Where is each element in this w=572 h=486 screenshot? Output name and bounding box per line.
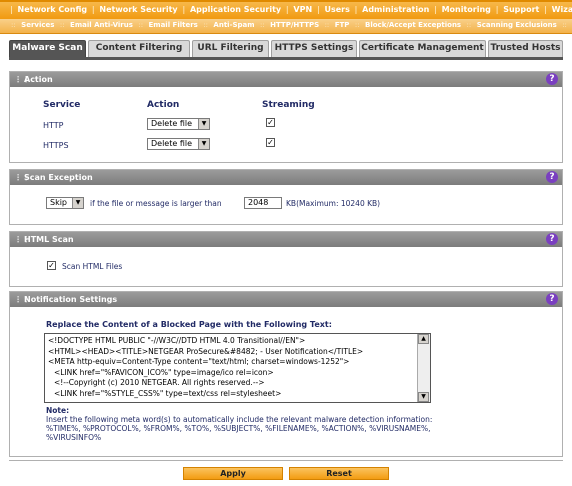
subnav-ftp[interactable]: FTP bbox=[335, 21, 350, 29]
help-icon[interactable]: ? bbox=[546, 233, 558, 245]
note-meta-words: %TIME%, %PROTOCOL%, %FROM%, %TO%, %SUBJE… bbox=[46, 424, 431, 433]
subnav-scanning-exclusions[interactable]: Scanning Exclusions bbox=[477, 21, 557, 29]
notification-heading: Replace the Content of a Blocked Page wi… bbox=[46, 320, 332, 329]
nav-administration[interactable]: Administration bbox=[362, 5, 429, 14]
footer-divider bbox=[9, 460, 563, 461]
nav-application-security[interactable]: Application Security bbox=[190, 5, 281, 14]
note-meta-words-cont: %VIRUSINFO% bbox=[46, 433, 102, 442]
http-action-value: Delete file bbox=[151, 119, 193, 128]
top-navigation-bar: | Network Config | Network Security | Ap… bbox=[0, 0, 572, 19]
html-scan-title: HTML Scan bbox=[24, 235, 74, 244]
textarea-scrollbar[interactable]: ▲ ▼ bbox=[417, 334, 430, 402]
html-scan-panel: ⋮⋮ HTML Scan ? ✓ Scan HTML Files bbox=[9, 231, 563, 287]
tab-https-settings[interactable]: HTTPS Settings bbox=[271, 40, 357, 57]
subnav-services[interactable]: Services bbox=[21, 21, 54, 29]
nav-vpn[interactable]: VPN bbox=[293, 5, 312, 14]
html-scan-header: ⋮⋮ HTML Scan ? bbox=[10, 232, 562, 247]
streaming-column-header: Streaming bbox=[262, 100, 315, 110]
notification-header: ⋮⋮ Notification Settings ? bbox=[10, 292, 562, 307]
scan-exception-header: ⋮⋮ Scan Exception ? bbox=[10, 170, 562, 185]
textarea-line: <HTML><HEAD><TITLE>NETGEAR ProSecure&#84… bbox=[48, 346, 364, 356]
tab-trusted-hosts[interactable]: Trusted Hosts bbox=[488, 40, 563, 57]
apply-button[interactable]: Apply bbox=[183, 467, 283, 480]
https-streaming-checkbox[interactable]: ✓ bbox=[266, 138, 275, 147]
nav-users[interactable]: Users bbox=[324, 5, 349, 14]
chevron-down-icon: ▼ bbox=[198, 119, 209, 129]
subnav-anti-spam[interactable]: Anti-Spam bbox=[213, 21, 254, 29]
textarea-line: <!--Copyright (c) 2010 NETGEAR. All righ… bbox=[54, 378, 265, 387]
subnav-http-https[interactable]: HTTP/HTTPS bbox=[270, 21, 319, 29]
action-panel-header: ⋮⋮ Action ? bbox=[10, 72, 562, 87]
chevron-down-icon: ▼ bbox=[72, 198, 83, 208]
notification-textarea[interactable]: <!DOCTYPE HTML PUBLIC "-//W3C//DTD HTML … bbox=[44, 333, 431, 403]
subnav-email-filters[interactable]: Email Filters bbox=[149, 21, 198, 29]
textarea-line: <LINK href="%FAVICON_ICO%" type=image/ic… bbox=[54, 367, 274, 377]
http-streaming-checkbox[interactable]: ✓ bbox=[266, 118, 275, 127]
scan-html-label: Scan HTML Files bbox=[62, 262, 123, 271]
tab-malware-scan[interactable]: Malware Scan bbox=[9, 40, 86, 57]
chevron-down-icon: ▼ bbox=[198, 139, 209, 149]
scan-exception-select[interactable]: Skip ▼ bbox=[46, 197, 84, 209]
action-panel: ⋮⋮ Action ? Service Action Streaming HTT… bbox=[9, 71, 563, 163]
scroll-down-icon[interactable]: ▼ bbox=[418, 392, 429, 402]
service-column-header: Service bbox=[43, 100, 81, 110]
subnav-block-accept-exceptions[interactable]: Block/Accept Exceptions bbox=[365, 21, 461, 29]
help-icon[interactable]: ? bbox=[546, 293, 558, 305]
scan-exception-text: if the file or message is larger than bbox=[90, 199, 222, 208]
service-https-label: HTTPS bbox=[43, 141, 69, 150]
scan-exception-title: Scan Exception bbox=[24, 173, 93, 182]
textarea-line: <!DOCTYPE HTML PUBLIC "-//W3C//DTD HTML … bbox=[48, 336, 306, 345]
scroll-up-icon[interactable]: ▲ bbox=[418, 334, 429, 344]
https-action-select[interactable]: Delete file ▼ bbox=[147, 138, 210, 150]
http-action-select[interactable]: Delete file ▼ bbox=[147, 118, 210, 130]
top-nav-items: | Network Config | Network Security | Ap… bbox=[8, 5, 572, 14]
tab-underline bbox=[9, 57, 563, 60]
nav-network-security[interactable]: Network Security bbox=[99, 5, 177, 14]
scan-html-checkbox[interactable]: ✓ bbox=[47, 261, 56, 270]
help-icon[interactable]: ? bbox=[546, 73, 558, 85]
sub-navigation-bar: :: Services :: Email Anti-Virus :: Email… bbox=[0, 19, 572, 34]
notification-panel: ⋮⋮ Notification Settings ? Replace the C… bbox=[9, 291, 563, 457]
https-action-value: Delete file bbox=[151, 139, 193, 148]
note-text: Insert the following meta word(s) to aut… bbox=[46, 415, 433, 424]
reset-button[interactable]: Reset bbox=[289, 467, 389, 480]
textarea-line: <LINK href="%STYLE_CSS%" type=text/css r… bbox=[54, 388, 282, 398]
sub-nav-items: :: Services :: Email Anti-Virus :: Email… bbox=[11, 21, 567, 29]
textarea-line: <META http-equiv=Content-Type content="t… bbox=[48, 357, 350, 366]
action-panel-title: Action bbox=[24, 75, 53, 84]
tab-content-filtering[interactable]: Content Filtering bbox=[88, 40, 190, 57]
scan-exception-panel: ⋮⋮ Scan Exception ? Skip ▼ if the file o… bbox=[9, 169, 563, 225]
nav-network-config[interactable]: Network Config bbox=[18, 5, 88, 14]
nav-support[interactable]: Support bbox=[503, 5, 539, 14]
subnav-email-anti-virus[interactable]: Email Anti-Virus bbox=[70, 21, 133, 29]
action-column-header: Action bbox=[147, 100, 180, 110]
notification-title: Notification Settings bbox=[24, 295, 118, 304]
service-http-label: HTTP bbox=[43, 121, 64, 130]
nav-wizards[interactable]: Wizards bbox=[552, 5, 572, 14]
tab-url-filtering[interactable]: URL Filtering bbox=[192, 40, 269, 57]
note-label: Note: bbox=[46, 406, 70, 415]
file-size-max-label: KB(Maximum: 10240 KB) bbox=[286, 199, 381, 208]
file-size-input[interactable]: 2048 bbox=[244, 197, 282, 209]
help-icon[interactable]: ? bbox=[546, 171, 558, 183]
tab-certificate-management[interactable]: Certificate Management bbox=[359, 40, 486, 57]
nav-monitoring[interactable]: Monitoring bbox=[442, 5, 491, 14]
scan-exception-value: Skip bbox=[50, 198, 68, 207]
